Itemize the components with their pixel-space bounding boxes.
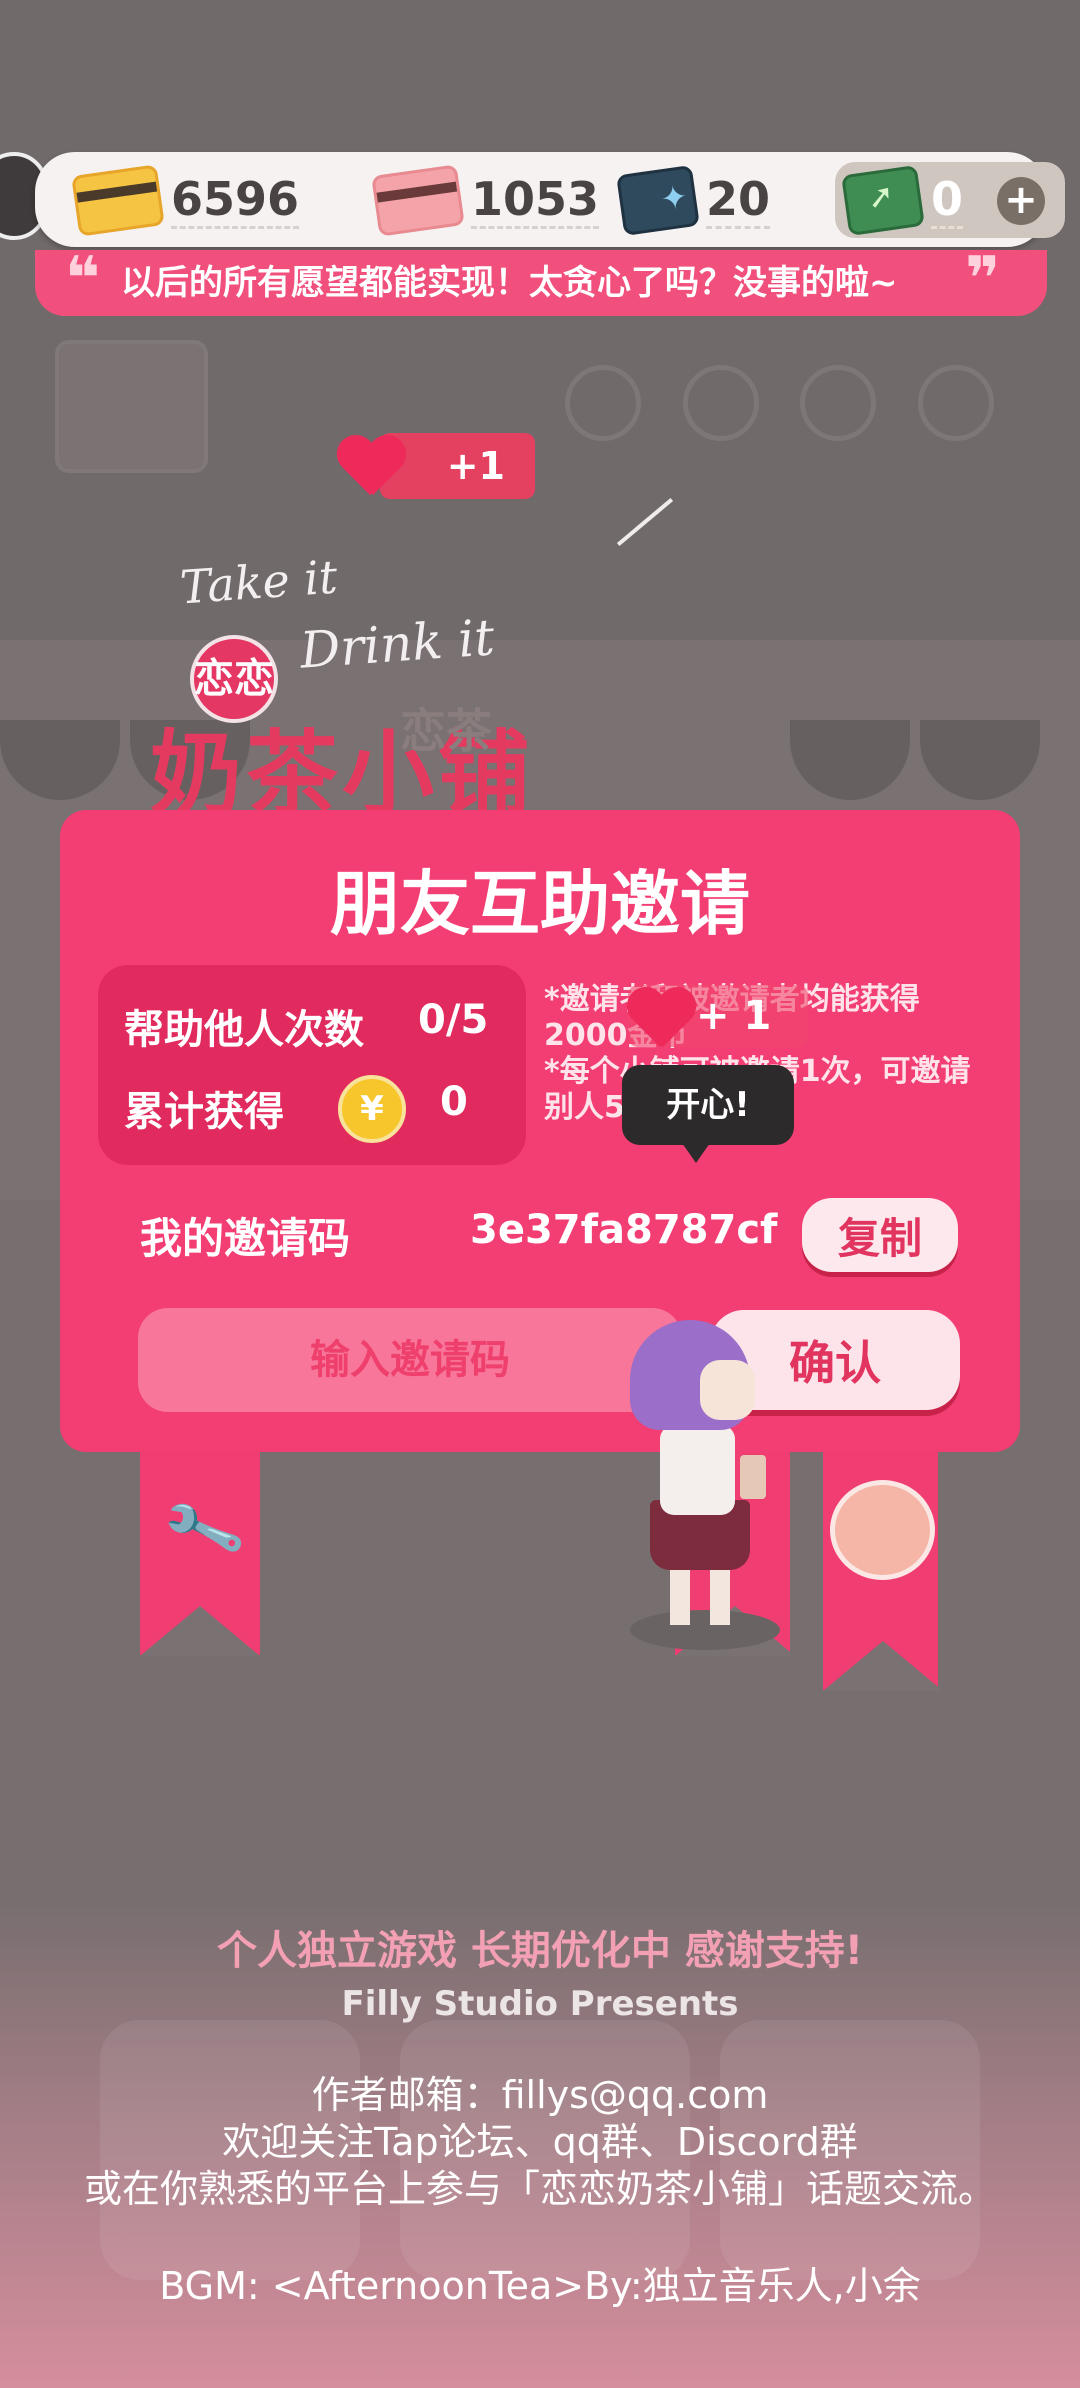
- footer-studio: Filly Studio Presents: [341, 1984, 739, 2024]
- shop-icon[interactable]: [55, 340, 208, 473]
- coin-icon: ¥: [338, 1075, 406, 1143]
- open-quote-icon: ❝: [65, 250, 101, 314]
- invite-code-label: 我的邀请码: [140, 1214, 351, 1263]
- speech-bubble: 开心!: [622, 1065, 794, 1163]
- milk-tea-cup-icon: [740, 1455, 766, 1499]
- menu-circle-icon[interactable]: [565, 365, 641, 441]
- footer-tagline: 个人独立游戏 长期优化中 感谢支持!: [216, 1928, 864, 1974]
- gold-card-icon: [71, 163, 165, 237]
- close-quote-icon: ❞: [965, 250, 1001, 314]
- exchange-ticket-icon: ➚: [841, 164, 925, 236]
- menu-circle-icon[interactable]: [918, 365, 994, 441]
- copy-button[interactable]: 复制: [802, 1198, 958, 1272]
- dialog-title: 朋友互助邀请: [330, 863, 750, 945]
- logo-line1: Take it: [178, 549, 340, 615]
- help-count-label: 帮助他人次数: [124, 1007, 364, 1053]
- menu-circle-icon[interactable]: [800, 365, 876, 441]
- currency-exchange: ➚ 0: [841, 164, 964, 236]
- stats-box: 帮助他人次数 0/5 累计获得 ¥ 0: [98, 965, 526, 1165]
- heart-icon: [625, 989, 695, 1051]
- currency-bar: 6596 1053 ✦ 20 ➚ 0 +: [35, 152, 1065, 247]
- sparkle-ticket-icon: ✦: [616, 164, 700, 236]
- heart-card-icon: [371, 163, 465, 237]
- character-body: [660, 1425, 735, 1515]
- exchange-count: 0: [931, 172, 964, 229]
- heart-icon: [335, 437, 405, 499]
- pet-icon[interactable]: [830, 1480, 935, 1580]
- currency-gold[interactable]: 6596: [71, 163, 300, 237]
- menu-circle-icon[interactable]: [683, 365, 759, 441]
- currency-heart[interactable]: 1053: [371, 163, 600, 237]
- heart-count: 1053: [471, 172, 600, 229]
- marquee-text: 以后的所有愿望都能实现！太贪心了吗？没事的啦~: [121, 263, 898, 303]
- earned-value: 0: [440, 1079, 468, 1125]
- currency-sparkle[interactable]: ✦ 20: [616, 164, 771, 236]
- heart-bonus-text: +1: [446, 444, 505, 488]
- exchange-box[interactable]: ➚ 0 +: [835, 162, 1065, 238]
- add-currency-button[interactable]: +: [997, 177, 1045, 225]
- scene-sky: [0, 0, 1080, 640]
- character-legs: [670, 1565, 730, 1625]
- character-face: [700, 1360, 755, 1420]
- gold-count: 6596: [171, 172, 300, 229]
- logo-shadow-text: 恋茶: [400, 704, 492, 758]
- announcement-marquee: ❝ 以后的所有愿望都能实现！太贪心了吗？没事的啦~ ❞: [35, 250, 1047, 316]
- footer-bgm: BGM: <AfternoonTea>By:独立音乐人,小余: [159, 2264, 921, 2308]
- help-count-value: 0/5: [418, 997, 489, 1043]
- invite-code-input[interactable]: [138, 1308, 682, 1412]
- invite-code-value: 3e37fa8787cf: [470, 1207, 778, 1253]
- invite-dialog: 朋友互助邀请 帮助他人次数 0/5 累计获得 ¥ 0 *邀请者和被邀请者均能获得…: [60, 810, 1020, 1452]
- floating-heart-text: + 1: [696, 993, 772, 1039]
- speech-text: 开心!: [666, 1085, 750, 1125]
- sparkle-count: 20: [706, 172, 771, 229]
- footer-join: 或在你熟悉的平台上参与「恋恋奶茶小铺」话题交流。: [83, 2167, 996, 2211]
- earned-label: 累计获得: [124, 1089, 284, 1135]
